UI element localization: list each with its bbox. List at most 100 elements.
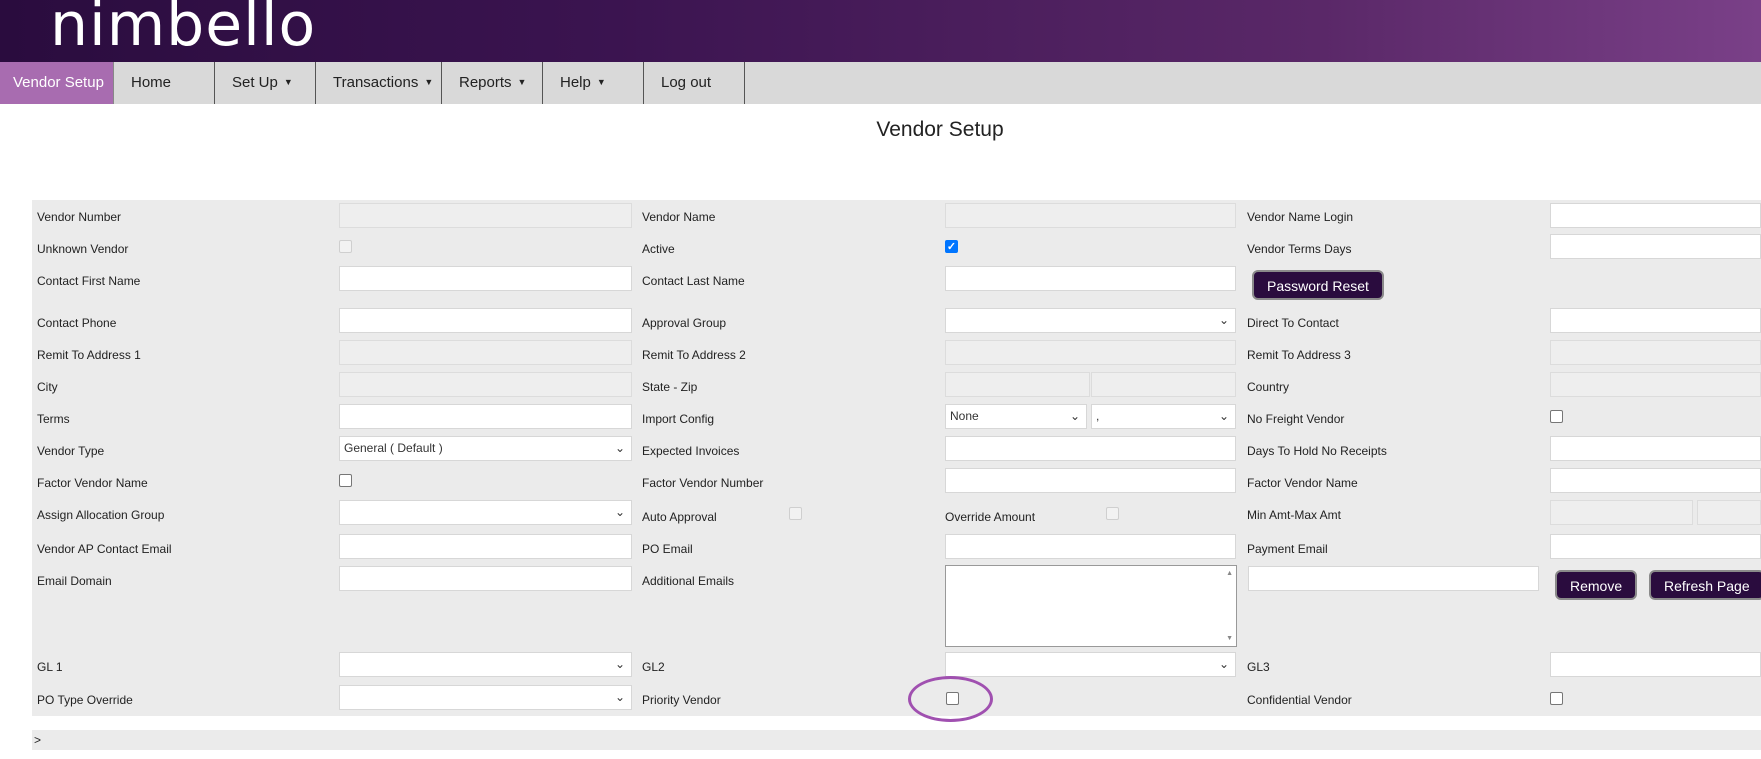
nav-reports[interactable]: Reports ▼ — [442, 62, 543, 104]
vendor-name-login-input[interactable] — [1550, 203, 1761, 228]
active-label: Active — [642, 242, 675, 256]
gl1-label: GL 1 — [37, 660, 63, 674]
contact-last-name-input[interactable] — [945, 266, 1236, 291]
highlight-circle-annotation — [908, 676, 993, 722]
vendor-name-input — [945, 203, 1236, 228]
country-label: Country — [1247, 380, 1290, 394]
vendor-number-input — [339, 203, 632, 228]
factor-vendor-name-2-label: Factor Vendor Name — [1247, 476, 1358, 490]
contact-first-name-label: Contact First Name — [37, 274, 141, 288]
expected-invoices-input[interactable] — [945, 436, 1236, 461]
contact-phone-label: Contact Phone — [37, 316, 117, 330]
city-input — [339, 372, 632, 397]
vendor-terms-days-input[interactable] — [1550, 234, 1761, 259]
factor-vendor-number-input[interactable] — [945, 468, 1236, 493]
import-config-select-1[interactable]: None ⌄ — [945, 404, 1087, 429]
import-config-select-2[interactable]: , ⌄ — [1091, 404, 1236, 429]
terms-label: Terms — [37, 412, 70, 426]
days-to-hold-no-receipts-input[interactable] — [1550, 436, 1761, 461]
po-email-input[interactable] — [945, 534, 1236, 559]
import-config-value-2: , — [1096, 409, 1100, 423]
email-domain-input[interactable] — [339, 566, 632, 591]
gl3-input[interactable] — [1550, 652, 1761, 677]
nav-log-out-label: Log out — [661, 74, 712, 91]
factor-vendor-name-checkbox[interactable] — [339, 474, 352, 487]
vendor-type-value: General ( Default ) — [344, 441, 443, 455]
scroll-up-icon[interactable]: ▲ — [1226, 570, 1233, 577]
active-checkbox[interactable]: ✓ — [945, 240, 958, 253]
remit-to-address-3-input — [1550, 340, 1761, 365]
vendor-name-label: Vendor Name — [642, 210, 716, 224]
contact-last-name-label: Contact Last Name — [642, 274, 745, 288]
override-amount-label: Override Amount — [945, 510, 1036, 524]
assign-allocation-group-select[interactable]: ⌄ — [339, 500, 632, 525]
city-label: City — [37, 380, 58, 394]
caret-down-icon: ▼ — [283, 77, 293, 87]
chevron-down-icon: ⌄ — [1218, 313, 1229, 327]
no-freight-vendor-checkbox[interactable] — [1550, 410, 1563, 423]
nav-reports-label: Reports — [459, 74, 512, 91]
gl1-select[interactable]: ⌄ — [339, 652, 632, 677]
additional-email-entry-input[interactable] — [1248, 566, 1539, 591]
scroll-down-icon[interactable]: ▼ — [1226, 635, 1233, 642]
vendor-number-label: Vendor Number — [37, 210, 122, 224]
additional-emails-textarea[interactable]: ▲ ▼ — [945, 565, 1237, 647]
nav-vendor-setup[interactable]: Vendor Setup — [0, 62, 114, 104]
nav-transactions[interactable]: Transactions ▼ — [316, 62, 442, 104]
gl2-label: GL2 — [642, 660, 665, 674]
payment-email-input[interactable] — [1550, 534, 1761, 559]
refresh-page-button[interactable]: Refresh Page — [1649, 570, 1761, 600]
confidential-vendor-checkbox[interactable] — [1550, 692, 1563, 705]
payment-email-label: Payment Email — [1247, 542, 1328, 556]
confidential-vendor-label: Confidential Vendor — [1247, 693, 1352, 707]
chevron-down-icon: ⌄ — [1218, 409, 1229, 423]
priority-vendor-label: Priority Vendor — [642, 693, 721, 707]
vendor-form-panel — [32, 200, 1761, 716]
remit-to-address-3-label: Remit To Address 3 — [1247, 348, 1351, 362]
main-nav: Vendor Setup Home Set Up ▼ Transactions ▼ … — [0, 62, 1761, 104]
po-type-override-label: PO Type Override — [37, 693, 133, 707]
expand-arrow-icon[interactable]: > — [34, 733, 41, 747]
terms-input[interactable] — [339, 404, 632, 429]
collapsed-section-bar[interactable]: > — [32, 730, 1761, 750]
nimbello-logo[interactable]: nimbello — [50, 0, 316, 60]
nav-help-label: Help — [560, 74, 591, 91]
chevron-down-icon: ⌄ — [614, 441, 625, 455]
vendor-ap-contact-email-input[interactable] — [339, 534, 632, 559]
caret-down-icon: ▼ — [596, 77, 606, 87]
min-amt-input — [1550, 500, 1693, 525]
factor-vendor-name-input[interactable] — [1550, 468, 1761, 493]
expected-invoices-label: Expected Invoices — [642, 444, 740, 458]
nav-log-out[interactable]: Log out — [644, 62, 745, 104]
vendor-type-label: Vendor Type — [37, 444, 105, 458]
direct-to-contact-input[interactable] — [1550, 308, 1761, 333]
remit-to-address-1-label: Remit To Address 1 — [37, 348, 141, 362]
vendor-terms-days-label: Vendor Terms Days — [1247, 242, 1352, 256]
chevron-down-icon: ⌄ — [614, 690, 625, 704]
caret-down-icon: ▼ — [517, 77, 527, 87]
gl2-select[interactable]: ⌄ — [945, 652, 1236, 677]
po-email-label: PO Email — [642, 542, 693, 556]
nav-set-up-label: Set Up — [232, 74, 278, 91]
vendor-ap-contact-email-label: Vendor AP Contact Email — [37, 542, 172, 556]
po-type-override-select[interactable]: ⌄ — [339, 685, 632, 710]
page-title: Vendor Setup — [876, 118, 1004, 141]
no-freight-vendor-label: No Freight Vendor — [1247, 412, 1345, 426]
remove-button[interactable]: Remove — [1555, 570, 1638, 600]
approval-group-select[interactable]: ⌄ — [945, 308, 1236, 333]
contact-phone-input[interactable] — [339, 308, 632, 333]
vendor-type-select[interactable]: General ( Default ) ⌄ — [339, 436, 632, 461]
chevron-down-icon: ⌄ — [614, 657, 625, 671]
nav-set-up[interactable]: Set Up ▼ — [215, 62, 316, 104]
max-amt-input — [1697, 500, 1761, 525]
password-reset-button[interactable]: Password Reset — [1252, 270, 1384, 300]
nav-home[interactable]: Home — [114, 62, 215, 104]
nav-help[interactable]: Help ▼ — [543, 62, 644, 104]
factor-vendor-name-label: Factor Vendor Name — [37, 476, 148, 490]
remit-to-address-2-label: Remit To Address 2 — [642, 348, 746, 362]
approval-group-label: Approval Group — [642, 316, 727, 330]
import-config-label: Import Config — [642, 412, 715, 426]
contact-first-name-input[interactable] — [339, 266, 632, 291]
import-config-value-1: None — [950, 409, 979, 423]
chevron-down-icon: ⌄ — [1218, 657, 1229, 671]
